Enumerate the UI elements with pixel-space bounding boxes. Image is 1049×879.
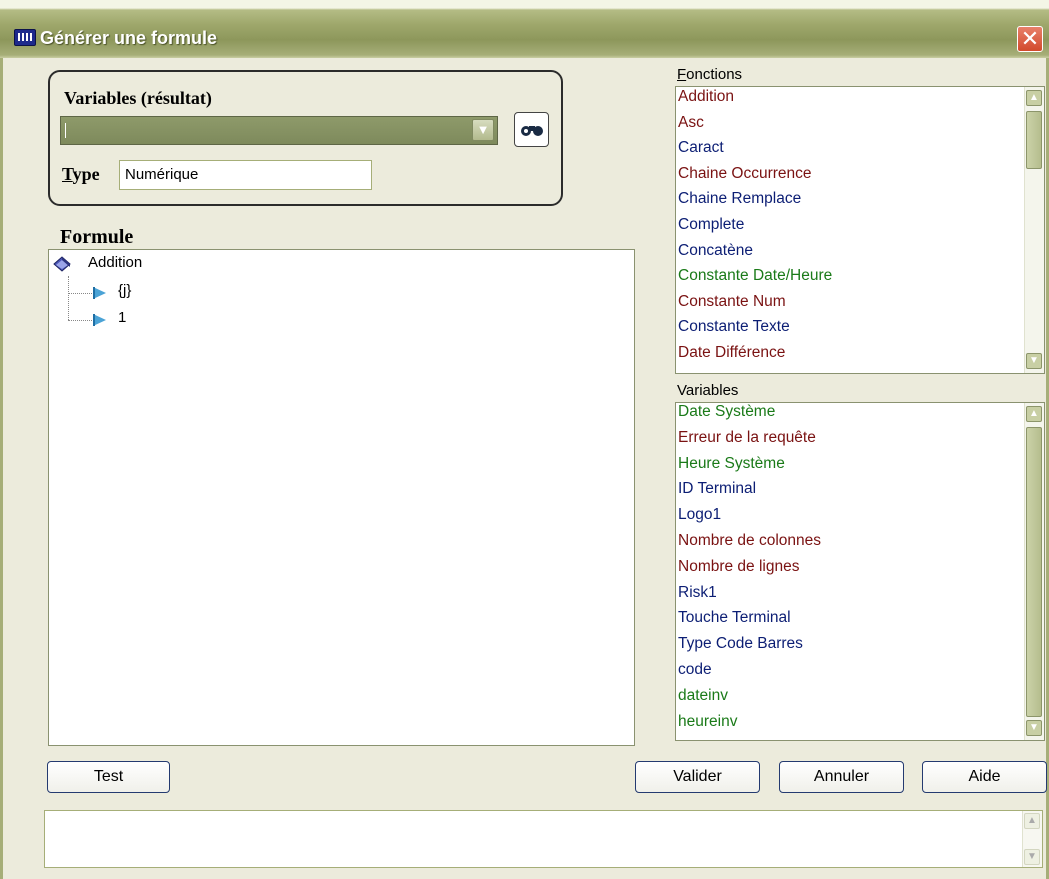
fonctions-label: Fonctions [677, 66, 743, 83]
list-item[interactable]: Heure Système [678, 455, 785, 473]
fonctions-list[interactable]: Date Différence Constante Texte Constante … [675, 86, 1045, 374]
tree-node-label: 1 [118, 309, 127, 326]
variables-result-label: Variables (résultat) [64, 88, 212, 108]
list-item[interactable]: Constante Date/Heure [678, 267, 832, 285]
variables-label: Variables [677, 382, 739, 399]
list-item[interactable]: Erreur de la requête [678, 429, 816, 447]
list-item[interactable]: ID Terminal [678, 480, 756, 498]
variables-list[interactable]: heureinv dateinv code Type Code Barres Touch… [675, 402, 1045, 741]
scroll-up-icon[interactable]: ▲ [1026, 406, 1042, 422]
tree-connector [68, 276, 70, 320]
scroll-thumb[interactable] [1026, 427, 1042, 717]
close-button[interactable]: ✕ [1017, 26, 1043, 52]
title-bar: Générer une formule ✕ [0, 0, 1049, 58]
text-caret [65, 123, 66, 138]
window-title: Générer une formule [40, 28, 218, 48]
window-frame-left [0, 58, 3, 879]
variable-result-select[interactable] [60, 116, 498, 145]
app-window-icon [14, 29, 36, 46]
list-item[interactable]: code [678, 661, 712, 679]
list-item[interactable]: Concatène [678, 242, 753, 260]
aide-button[interactable]: Aide [922, 761, 1047, 793]
message-scrollbar[interactable]: ▲ ▼ [1022, 811, 1042, 867]
tree-connector [68, 320, 92, 322]
formule-label: Formule [60, 226, 134, 248]
scroll-thumb[interactable] [1026, 111, 1042, 169]
list-item[interactable]: Nombre de lignes [678, 558, 799, 576]
search-binoculars-icon[interactable] [514, 112, 549, 147]
list-item[interactable]: Logo1 [678, 506, 721, 524]
list-item[interactable]: Risk1 [678, 584, 717, 602]
formule-tree[interactable] [48, 249, 635, 746]
list-item[interactable]: Addition [678, 88, 734, 106]
list-item[interactable]: Type Code Barres [678, 635, 803, 653]
list-item[interactable]: Asc [678, 114, 704, 132]
list-item[interactable]: Chaine Occurrence [678, 165, 812, 183]
arrow-right-icon [93, 314, 106, 326]
list-item[interactable]: heureinv [678, 713, 737, 731]
scroll-up-icon[interactable]: ▲ [1026, 90, 1042, 106]
scroll-down-icon[interactable]: ▼ [1024, 849, 1040, 865]
type-field[interactable]: Numérique [119, 160, 372, 190]
list-item[interactable]: Touche Terminal [678, 609, 791, 627]
list-item[interactable]: dateinv [678, 687, 728, 705]
annuler-button[interactable]: Annuler [779, 761, 904, 793]
scroll-down-icon[interactable]: ▼ [1026, 353, 1042, 369]
tree-connector [68, 293, 92, 295]
arrow-right-icon [93, 287, 106, 299]
message-area[interactable]: ▲ ▼ [44, 810, 1043, 868]
list-item[interactable]: Complete [678, 216, 744, 234]
valider-button[interactable]: Valider [635, 761, 760, 793]
tree-node-label: {j} [118, 282, 132, 299]
list-item[interactable]: Constante Num [678, 293, 786, 311]
scroll-down-icon[interactable]: ▼ [1026, 720, 1042, 736]
type-label: Type [62, 164, 100, 184]
list-item[interactable]: Nombre de colonnes [678, 532, 821, 550]
test-button[interactable]: Test [47, 761, 170, 793]
list-item[interactable]: Caract [678, 139, 724, 157]
fonctions-scrollbar[interactable]: ▲ ▼ [1024, 87, 1044, 373]
tree-root-label: Addition [88, 254, 143, 271]
list-item[interactable]: Chaine Remplace [678, 190, 801, 208]
function-book-icon [53, 256, 71, 272]
scroll-up-icon[interactable]: ▲ [1024, 813, 1040, 829]
chevron-down-icon[interactable]: ▼ [472, 119, 494, 141]
variables-scrollbar[interactable]: ▲ ▼ [1024, 403, 1044, 740]
list-item[interactable]: Date Système [678, 403, 775, 421]
list-item[interactable]: Constante Texte [678, 318, 790, 336]
list-item[interactable]: Date Différence [678, 344, 785, 362]
